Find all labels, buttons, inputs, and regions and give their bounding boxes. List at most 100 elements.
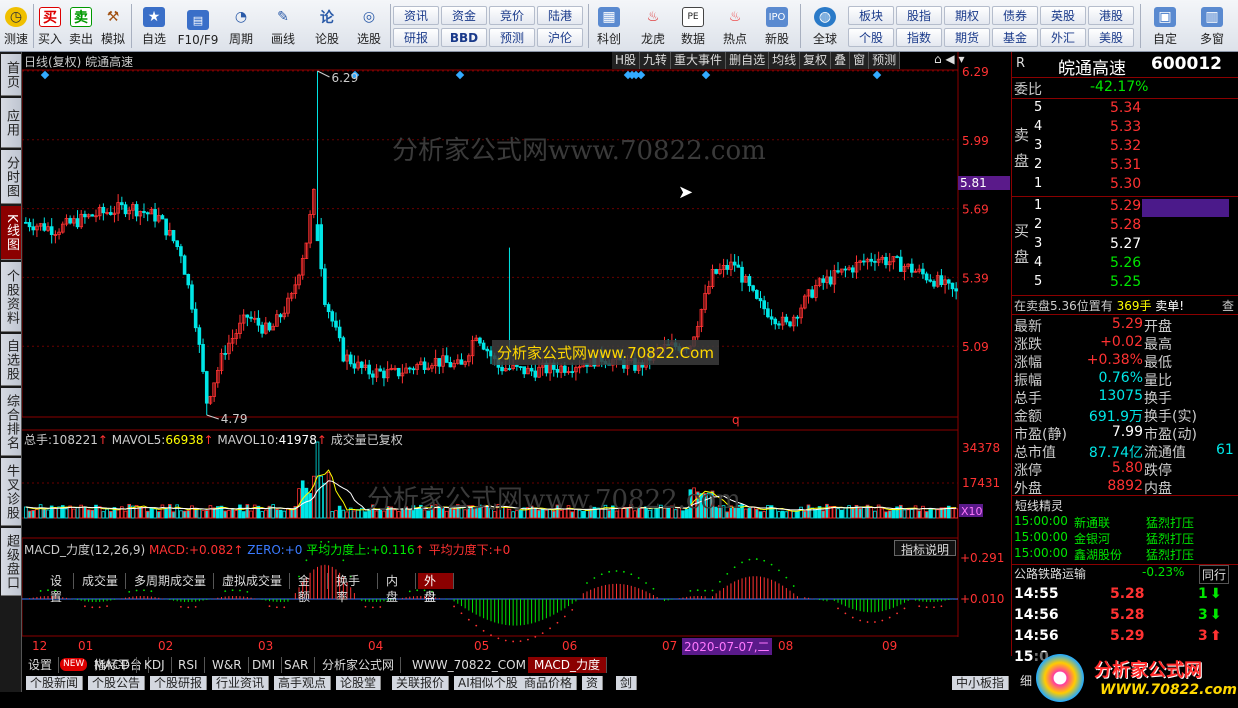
info-tab-4[interactable]: 高手观点 <box>274 676 332 690</box>
indicator-tab-11[interactable]: MACD_力度 <box>528 657 607 673</box>
sell-level-3[interactable]: 3 5.32 <box>1012 138 1238 156</box>
volume-tab-5[interactable]: 换手率 <box>330 573 378 604</box>
sell-level-1[interactable]: 1 5.30 <box>1012 176 1238 194</box>
volume-tab-3[interactable]: 虚拟成交量 <box>216 573 290 589</box>
chart-button-4[interactable]: 均线 <box>769 52 801 69</box>
sell-level-5[interactable]: 5 5.34 <box>1012 100 1238 118</box>
volume-tab-2[interactable]: 多周期成交量 <box>128 573 214 589</box>
global-button[interactable]: ◍ 全球 <box>805 2 845 50</box>
dragon-tiger-button[interactable]: ♨ 龙虎 <box>638 2 668 50</box>
stock-index-button[interactable]: 股指 <box>896 6 942 25</box>
info-tab-6[interactable]: 关联报价 <box>392 676 450 690</box>
info-tab-2[interactable]: 个股研报 <box>150 676 208 690</box>
info-tab-0[interactable]: 个股新闻 <box>26 676 84 690</box>
discuss-button[interactable]: 论论股 <box>312 2 342 50</box>
futures-button[interactable]: 期货 <box>944 28 990 47</box>
indicator-tab-9[interactable]: 分析家公式网 <box>316 657 402 673</box>
indicator-tab-5[interactable]: RSI <box>172 657 205 673</box>
info-tab-9[interactable]: 资 <box>582 676 604 690</box>
custom-button[interactable]: ▣ 自定 <box>1146 2 1184 50</box>
chart-button-6[interactable]: 叠 <box>831 52 851 69</box>
indicator-tab-4[interactable]: KDJ <box>138 657 172 673</box>
buy-button[interactable]: 买买入 <box>37 2 63 50</box>
indicator-tab-0[interactable]: 设置 <box>22 657 60 673</box>
jingling-row[interactable]: 15:00:00 鑫湖股份 猛烈打压 <box>1012 546 1238 564</box>
sector-ticker[interactable]: 公路铁路运输 -0.23% 同行 <box>1012 565 1238 584</box>
uk-stocks-button[interactable]: 英股 <box>1040 6 1086 25</box>
f10-button[interactable]: ▤ F10/F9 <box>177 2 219 50</box>
chart-button-3[interactable]: 删自选 <box>726 52 770 69</box>
index-button[interactable]: 指数 <box>896 28 942 47</box>
volume-tab-7[interactable]: 外盘 <box>418 573 454 604</box>
chart-extra-controls[interactable]: ⌂ ◀ ▾ <box>934 52 978 69</box>
detail-tab[interactable]: 细 <box>1020 672 1032 689</box>
buy-level-3[interactable]: 3 5.27 <box>1012 236 1238 254</box>
forex-button[interactable]: 外汇 <box>1040 28 1086 47</box>
indicator-tab-7[interactable]: DMI <box>246 657 283 673</box>
ipo-button[interactable]: IPO 新股 <box>762 2 792 50</box>
options-button[interactable]: 期权 <box>944 6 990 25</box>
buy-level-5[interactable]: 5 5.25 <box>1012 274 1238 292</box>
hotspot-button[interactable]: ♨ 热点 <box>720 2 750 50</box>
tab-super-order[interactable]: 超级盘口 <box>1 528 21 596</box>
us-stocks-button[interactable]: 美股 <box>1088 28 1134 47</box>
indicator-help-button[interactable]: 指标说明 <box>894 540 956 557</box>
individual-stock-button[interactable]: 个股 <box>848 28 894 47</box>
volume-tab-0[interactable]: 设置 <box>44 573 74 604</box>
chart-button-7[interactable]: 窗 <box>850 52 870 69</box>
indicator-tab-6[interactable]: W&R <box>206 657 249 673</box>
sector-button[interactable]: 板块 <box>848 6 894 25</box>
tab-apps[interactable]: 应用 <box>1 98 21 148</box>
indicator-tab-10[interactable]: WWW_70822_COM <box>406 657 533 673</box>
period-button[interactable]: ◔ 周期 <box>224 2 258 50</box>
chart-button-1[interactable]: 九转 <box>640 52 672 69</box>
sell-button[interactable]: 卖卖出 <box>68 2 94 50</box>
info-tab-8[interactable]: 商品价格 <box>520 676 578 690</box>
tab-home[interactable]: 首页 <box>1 54 21 96</box>
kechuang-button[interactable]: ▦ 科创 <box>593 2 625 50</box>
drawline-button[interactable]: ✎ 画线 <box>266 2 300 50</box>
chart-button-5[interactable]: 复权 <box>800 52 832 69</box>
indicator-tab-3[interactable]: MACD <box>88 657 137 673</box>
volume-tab-4[interactable]: 金额 <box>292 573 328 604</box>
research-button[interactable]: 研报 <box>393 28 439 47</box>
hk-connect-button[interactable]: 陆港 <box>537 6 583 25</box>
speed-test-button[interactable]: ◷ 测速 <box>2 2 30 50</box>
chart-button-2[interactable]: 重大事件 <box>671 52 727 69</box>
hk-stocks-button[interactable]: 港股 <box>1088 6 1134 25</box>
indicator-tab-8[interactable]: SAR <box>278 657 316 673</box>
funds-button[interactable]: 基金 <box>992 28 1038 47</box>
simulate-button[interactable]: ⚒ 模拟 <box>99 2 127 50</box>
sell-level-4[interactable]: 4 5.33 <box>1012 119 1238 137</box>
tab-stock-profile[interactable]: 个股资料 <box>1 262 21 332</box>
tab-ranking[interactable]: 综合排名 <box>1 388 21 456</box>
buy-level-4[interactable]: 4 5.26 <box>1012 255 1238 273</box>
multiwindow-button[interactable]: ▥ 多窗 <box>1192 2 1232 50</box>
stock-select-button[interactable]: ◎ 选股 <box>352 2 386 50</box>
data-button[interactable]: PE 数据 <box>678 2 708 50</box>
query-button[interactable]: 查 <box>1222 297 1234 314</box>
shanghai-london-button[interactable]: 沪伦 <box>537 28 583 47</box>
forecast-button[interactable]: 预测 <box>489 28 535 47</box>
chart-button-8[interactable]: 预测 <box>869 52 901 69</box>
info-tab-5[interactable]: 论股堂 <box>336 676 382 690</box>
capital-button[interactable]: 资金 <box>441 6 487 25</box>
tab-diagnosis[interactable]: 牛叉诊股 <box>1 458 21 526</box>
tab-watchlist[interactable]: 自选股 <box>1 334 21 386</box>
auction-button[interactable]: 竞价 <box>489 6 535 25</box>
buy-level-2[interactable]: 2 5.28 <box>1012 217 1238 235</box>
news-button[interactable]: 资讯 <box>393 6 439 25</box>
info-tab-1[interactable]: 个股公告 <box>88 676 146 690</box>
favorites-button[interactable]: ★ 自选 <box>138 2 170 50</box>
volume-tab-1[interactable]: 成交量 <box>76 573 126 589</box>
info-tab-7[interactable]: AI相似个股 <box>454 676 523 690</box>
info-tab-3[interactable]: 行业资讯 <box>212 676 270 690</box>
volume-tab-6[interactable]: 内盘 <box>380 573 416 604</box>
sell-level-2[interactable]: 2 5.31 <box>1012 157 1238 175</box>
chart-button-0[interactable]: H股 <box>612 52 641 69</box>
tab-timeshare[interactable]: 分时图 <box>1 150 21 204</box>
info-tab-10[interactable]: 剑 <box>616 676 638 690</box>
bonds-button[interactable]: 债券 <box>992 6 1038 25</box>
info-tab-11[interactable]: 中小板指 <box>952 676 1010 690</box>
tab-kline[interactable]: K线图 <box>1 206 21 260</box>
